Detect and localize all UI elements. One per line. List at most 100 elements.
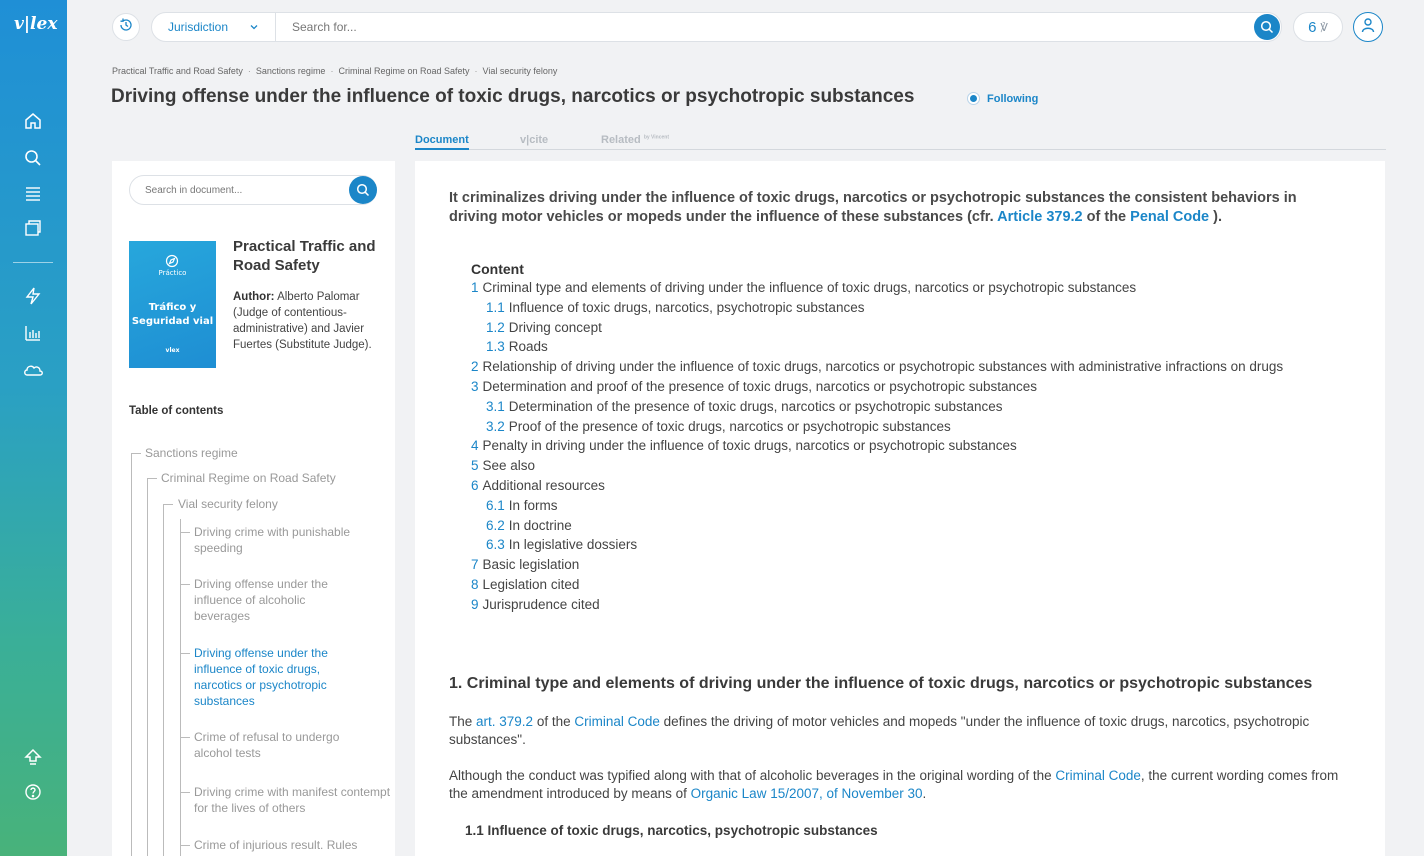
contents-item-label: In forms (508, 497, 558, 513)
contents-item-number[interactable]: 3.1 (486, 399, 505, 414)
contents-item[interactable]: 8 Legislation cited (471, 575, 1331, 595)
contents-item[interactable]: 2 Relationship of driving under the influ… (471, 357, 1331, 377)
contents-item-number[interactable]: 3 (471, 379, 479, 394)
contents-item[interactable]: 6.3 In legislative dossiers (471, 535, 1331, 555)
credits-symbol: ℣ (1320, 20, 1328, 34)
tab-related-by: by Vincent (643, 134, 670, 141)
contents-item-number[interactable]: 6.1 (486, 498, 505, 513)
document-tabs: Document v|cite Related by Vincent (415, 132, 1386, 150)
contents-item[interactable]: 7 Basic legislation (471, 555, 1331, 575)
organic-law-link[interactable]: Organic Law 15/2007, of November 30 (691, 786, 923, 801)
contents-item-number[interactable]: 1.1 (486, 300, 505, 315)
contents-item[interactable]: 6.1 In forms (471, 496, 1331, 516)
contents-item[interactable]: 6 Additional resources (471, 476, 1331, 496)
credits-badge[interactable]: 6 ℣ (1293, 12, 1343, 42)
contents-item-number[interactable]: 1.3 (486, 339, 505, 354)
contents-item-label: Driving concept (508, 319, 602, 335)
search-submit-button[interactable] (1254, 14, 1280, 40)
contents-item-number[interactable]: 4 (471, 438, 479, 453)
contents-item[interactable]: 1 Criminal type and elements of driving u… (471, 278, 1331, 298)
user-account-button[interactable] (1353, 12, 1383, 42)
user-icon (1360, 17, 1376, 37)
toc-item[interactable]: Vial security felony (178, 496, 278, 512)
list-icon[interactable] (22, 182, 44, 204)
sidebar: v|lex (0, 0, 67, 856)
contents-item[interactable]: 5 See also (471, 456, 1331, 476)
bolt-icon[interactable] (22, 285, 44, 307)
folder-icon[interactable] (22, 217, 44, 239)
contents-item[interactable]: 3 Determination and proof of the presence… (471, 377, 1331, 397)
toc-heading: Table of contents (129, 405, 224, 417)
contents-item[interactable]: 9 Jurisprudence cited (471, 595, 1331, 615)
criminal-code-link[interactable]: Criminal Code (1055, 768, 1141, 783)
toc-item[interactable]: Crime of injurious result. Rules (194, 837, 384, 853)
contents-item-number[interactable]: 8 (471, 577, 479, 592)
search-icon[interactable] (22, 147, 44, 169)
toc-item[interactable]: Driving offense under the influence of a… (194, 576, 364, 624)
contents-item-number[interactable]: 5 (471, 458, 479, 473)
contents-item-number[interactable]: 1 (471, 280, 479, 295)
toc-item[interactable]: Crime of refusal to undergo alcohol test… (194, 729, 374, 761)
penal-code-link[interactable]: Penal Code (1130, 209, 1209, 225)
contents-item-number[interactable]: 3.2 (486, 419, 505, 434)
help-icon[interactable] (22, 781, 44, 803)
tab-vcite[interactable]: v|cite (520, 134, 548, 146)
criminal-code-link[interactable]: Criminal Code (574, 714, 660, 729)
cover-title-line2: Seguridad vial (131, 316, 214, 327)
contents-item[interactable]: 1.2 Driving concept (471, 318, 1331, 338)
contents-item-label: Determination and proof of the presence … (482, 378, 1038, 394)
contents-item[interactable]: 1.1 Influence of toxic drugs, narcotics, … (471, 298, 1331, 318)
contents-item-number[interactable]: 9 (471, 597, 479, 612)
contents-item-label: Influence of toxic drugs, narcotics, psy… (508, 299, 865, 315)
contents-item[interactable]: 6.2 In doctrine (471, 516, 1331, 536)
breadcrumb-item[interactable]: Sanctions regime (256, 66, 326, 76)
following-toggle[interactable]: Following (967, 92, 1038, 105)
breadcrumb: Practical Traffic and Road Safety · Sanct… (112, 66, 558, 76)
article-link[interactable]: Article 379.2 (997, 209, 1082, 225)
contents-item-number[interactable]: 7 (471, 557, 479, 572)
upload-icon[interactable] (22, 746, 44, 768)
toc-item-active[interactable]: Driving offense under the influence of t… (194, 645, 364, 709)
contents-item[interactable]: 4 Penalty in driving under the influence … (471, 436, 1331, 456)
contents-item-number[interactable]: 1.2 (486, 320, 505, 335)
breadcrumb-item[interactable]: Practical Traffic and Road Safety (112, 66, 243, 76)
toc-item[interactable]: Sanctions regime (145, 445, 238, 461)
document-sidebar-panel: Práctico Tráfico ySeguridad vial vlex Pr… (112, 161, 395, 856)
toc-item[interactable]: Driving crime with punishable speeding (194, 524, 384, 556)
breadcrumb-item[interactable]: Vial security felony (483, 66, 558, 76)
document-search-button[interactable] (349, 176, 377, 204)
contents-item-number[interactable]: 6 (471, 478, 479, 493)
contents-item[interactable]: 3.1 Determination of the presence of toxi… (471, 397, 1331, 417)
search-input[interactable] (276, 13, 1281, 41)
contents-item-label: Relationship of driving under the influe… (482, 359, 1284, 375)
document-search (129, 175, 377, 205)
book-cover[interactable]: Práctico Tráfico y Seguridad vial vlex (129, 241, 216, 368)
tab-related[interactable]: Related by Vincent (601, 134, 669, 146)
toc-item[interactable]: Driving crime with manifest contempt for… (194, 784, 394, 816)
contents-item-number[interactable]: 2 (471, 359, 479, 374)
credits-count: 6 (1308, 18, 1317, 36)
history-button[interactable] (112, 13, 140, 41)
cloud-icon[interactable] (22, 359, 44, 381)
contents-item-number[interactable]: 6.2 (486, 518, 505, 533)
toc-item[interactable]: Criminal Regime on Road Safety (161, 470, 336, 486)
contents-item[interactable]: 3.2 Proof of the presence of toxic drugs,… (471, 417, 1331, 437)
document-intro: It criminalizes driving under the influe… (449, 189, 1329, 227)
document-search-input[interactable] (130, 176, 330, 204)
home-icon[interactable] (22, 110, 44, 132)
breadcrumb-item[interactable]: Criminal Regime on Road Safety (338, 66, 469, 76)
tab-document[interactable]: Document (415, 134, 469, 150)
contents-item-label: In doctrine (508, 517, 572, 533)
jurisdiction-select[interactable]: Jurisdiction (152, 13, 276, 41)
chart-icon[interactable] (22, 322, 44, 344)
page-title: Driving offense under the influence of t… (111, 86, 915, 107)
contents-item-number[interactable]: 6.3 (486, 537, 505, 552)
contents-item-label: Legislation cited (482, 576, 580, 592)
document-body: It criminalizes driving under the influe… (415, 161, 1385, 856)
contents-item[interactable]: 1.3 Roads (471, 337, 1331, 357)
author-label: Author: (233, 291, 275, 303)
vlex-logo[interactable]: v|lex (14, 14, 57, 34)
intro-text: of the (1082, 209, 1131, 225)
sidebar-divider (13, 262, 53, 263)
art-link[interactable]: art. 379.2 (476, 714, 533, 729)
